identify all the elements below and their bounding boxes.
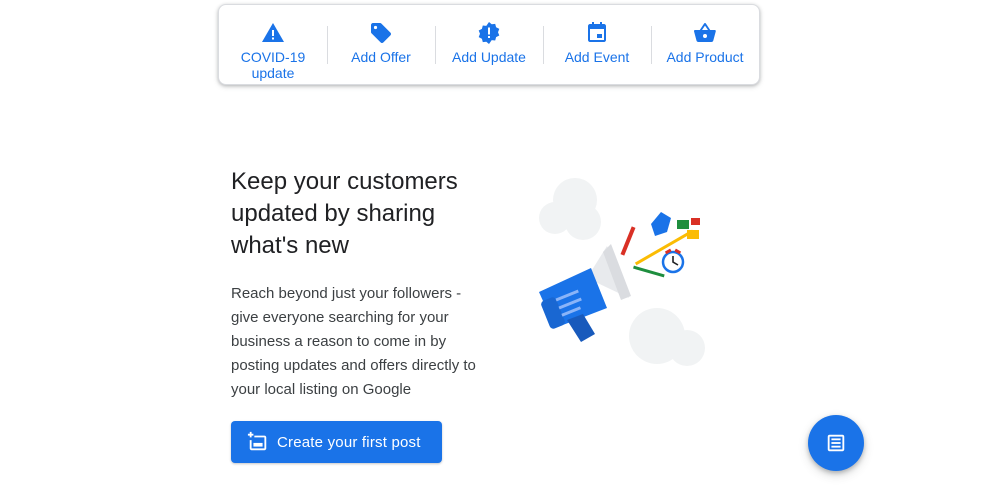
add-update-label: Add Update bbox=[452, 49, 526, 65]
tag-icon bbox=[371, 23, 391, 43]
add-event-button[interactable]: Add Event bbox=[543, 21, 651, 65]
add-product-label: Add Product bbox=[666, 49, 744, 65]
basket-icon bbox=[694, 23, 716, 42]
create-first-post-label: Create your first post bbox=[277, 433, 421, 451]
add-update-button[interactable]: Add Update bbox=[435, 21, 543, 65]
add-offer-button[interactable]: Add Offer bbox=[327, 21, 435, 65]
add-event-label: Add Event bbox=[564, 49, 630, 65]
add-product-button[interactable]: Add Product bbox=[651, 21, 759, 65]
create-first-post-button[interactable]: Create your first post bbox=[231, 421, 442, 463]
warning-icon bbox=[262, 23, 284, 42]
alert-badge-icon bbox=[478, 22, 500, 44]
post-icon bbox=[827, 434, 845, 452]
megaphone-illustration bbox=[539, 178, 705, 366]
covid-update-label: COVID-19 update bbox=[240, 49, 306, 81]
page-description: Reach beyond just your followers - give … bbox=[231, 285, 476, 398]
page-headline: Keep your customers updated by sharing w… bbox=[231, 168, 458, 259]
add-offer-label: Add Offer bbox=[351, 49, 411, 65]
post-type-toolbar: COVID-19 update Add Offer Add Update Add… bbox=[218, 4, 760, 85]
covid-update-button[interactable]: COVID-19 update bbox=[219, 21, 327, 81]
calendar-icon bbox=[588, 22, 606, 42]
create-post-fab[interactable] bbox=[808, 415, 864, 471]
add-post-icon bbox=[247, 431, 267, 451]
